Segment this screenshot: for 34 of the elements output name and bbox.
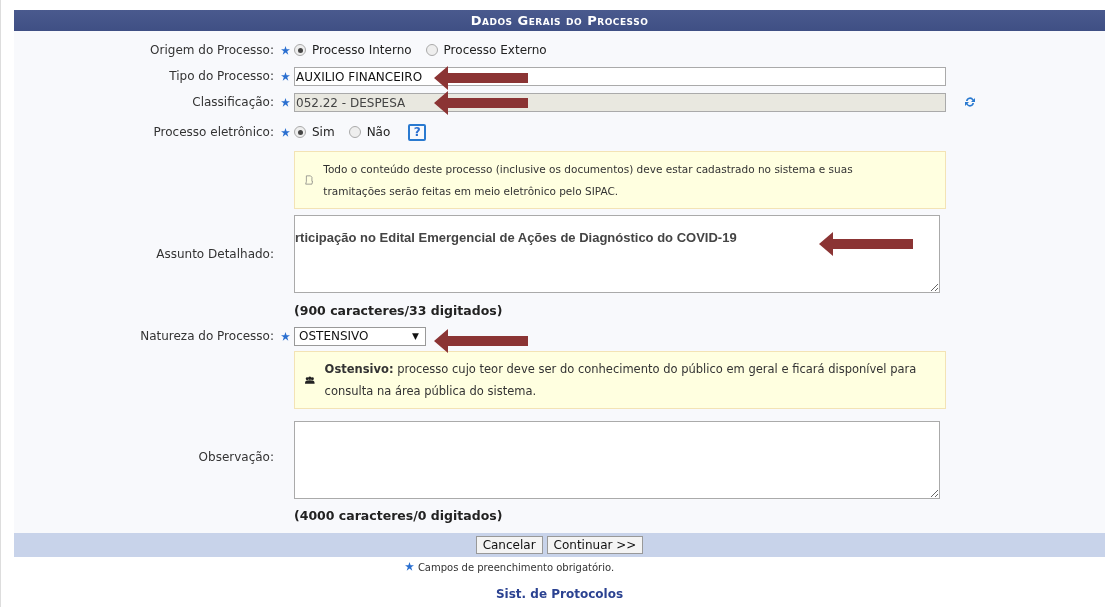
users-icon bbox=[305, 374, 315, 386]
text-area[interactable]: rticipação no Edital Emergencial de Ações de Diagnóstico do COVID-19 bbox=[294, 215, 940, 293]
radio-button[interactable] bbox=[294, 126, 306, 138]
field-label: Tipo do Processo: bbox=[168, 69, 275, 83]
field-label: Assunto Detalhado: bbox=[155, 247, 275, 261]
radio-label: Processo Interno bbox=[312, 43, 412, 57]
radio-button[interactable] bbox=[348, 126, 361, 138]
refresh-icon[interactable] bbox=[964, 96, 976, 108]
character-counter: (4000 caracteres/0 digitados) bbox=[294, 507, 503, 523]
character-counter: (900 caracteres/33 digitados) bbox=[294, 302, 503, 318]
field-label: Origem do Processo: bbox=[149, 43, 275, 57]
radio-button[interactable] bbox=[294, 44, 306, 56]
help-button[interactable]: ? bbox=[408, 123, 427, 141]
footer-link[interactable]: Sist. de Protocolos bbox=[495, 587, 624, 601]
form-button[interactable]: Cancelar bbox=[475, 536, 543, 554]
form-button[interactable]: Continuar >> bbox=[546, 536, 644, 554]
notice-text: Todo o conteúdo deste processo (inclusive os documentos) deve estar cadastrado no sistema e suas tramitações serão feitas em meio eletrônico pelo SIPAC. bbox=[323, 162, 854, 199]
field-label: Natureza do Processo: bbox=[139, 329, 275, 343]
text-area[interactable] bbox=[294, 421, 940, 499]
section-header: Dados Gerais do Processo bbox=[14, 10, 1105, 31]
input-field[interactable]: 052.22 - DESPESA bbox=[294, 92, 946, 112]
field-label: Classificação: bbox=[191, 95, 275, 109]
select-dropdown[interactable]: OSTENSIVO ▼ bbox=[294, 326, 426, 346]
document-icon bbox=[305, 173, 314, 187]
required-star-icon bbox=[404, 562, 414, 571]
radio-label: Processo Externo bbox=[443, 43, 547, 57]
field-label: Observação: bbox=[197, 450, 275, 464]
input-field[interactable]: AUXILIO FINANCEIRO bbox=[294, 66, 946, 86]
radio-button[interactable] bbox=[425, 44, 438, 56]
radio-label: Não bbox=[366, 125, 391, 139]
notice-text: Ostensivo: processo cujo teor deve ser do conhecimento do público em geral e ficará disponível para consulta na área pública do sistema. bbox=[324, 361, 918, 400]
field-label: Processo eletrônico: bbox=[152, 125, 275, 139]
radio-label: Sim bbox=[312, 125, 335, 139]
required-note: Campos de preenchimento obrigatório. bbox=[417, 562, 615, 573]
